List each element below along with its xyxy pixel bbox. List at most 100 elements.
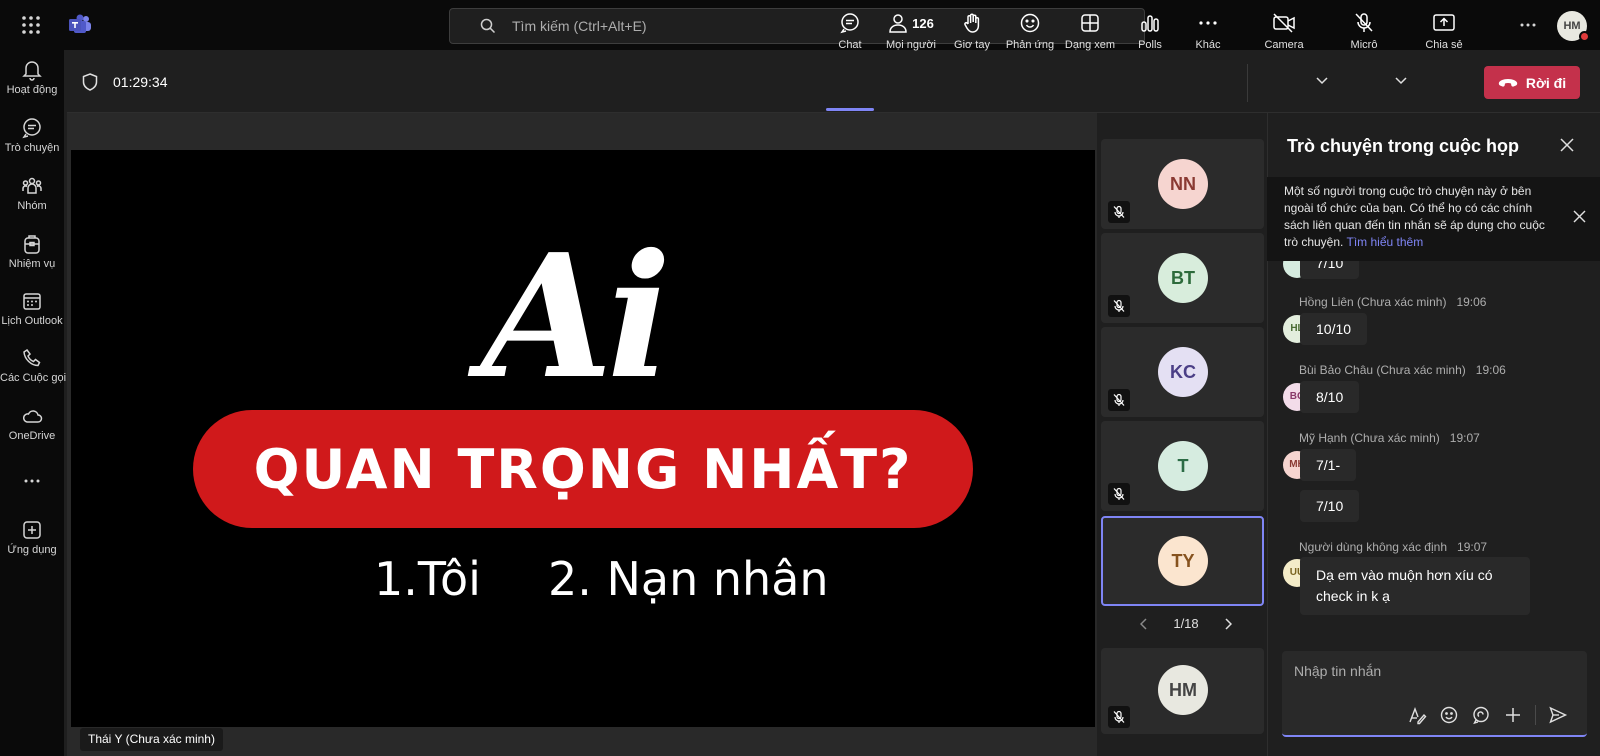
attach-plus-icon[interactable] [1503, 705, 1523, 725]
message-author: Bùi Bảo Châu (Chưa xác minh) [1299, 363, 1466, 377]
rail-label: Trò chuyện [4, 142, 60, 154]
share-screen-icon [1422, 12, 1466, 34]
more-icon [1188, 12, 1228, 34]
message-time: 19:06 [1456, 295, 1487, 309]
emoji-icon[interactable] [1439, 705, 1459, 725]
toolbar-share-button[interactable]: Chia sẻ [1422, 12, 1466, 51]
toolbar-label: Chia sẻ [1425, 39, 1463, 51]
slide-option-2: 2. Nạn nhân [548, 552, 829, 606]
message-bubble[interactable]: 7/10 [1300, 490, 1360, 522]
meeting-toolbar: 01:29:34 [67, 50, 1600, 113]
message-bubble[interactable]: 7/1- [1300, 449, 1357, 481]
participant-avatar: TY [1158, 536, 1208, 586]
camera-options-chevron-icon[interactable] [1316, 77, 1328, 85]
cloud-icon [21, 405, 43, 427]
rail-item-teams[interactable]: Nhóm [0, 175, 64, 212]
teams-icon [21, 175, 43, 197]
message-meta: Bùi Bảo Châu (Chưa xác minh) 19:06 [1299, 363, 1506, 377]
external-users-banner: Một số người trong cuộc trò chuyện này ở… [1267, 177, 1600, 261]
message-author: Người dùng không xác định [1299, 540, 1447, 554]
message-bubble[interactable]: 10/10 [1300, 313, 1368, 345]
polls-icon [1130, 12, 1170, 34]
self-view-tile[interactable]: HM [1101, 648, 1264, 734]
teams-logo-icon [68, 13, 92, 37]
participant-tile[interactable]: T [1101, 421, 1264, 511]
participant-avatar: BT [1158, 253, 1208, 303]
close-icon[interactable] [1560, 138, 1574, 152]
close-icon[interactable] [1573, 210, 1586, 223]
toolbar-more-button[interactable]: Khác [1188, 12, 1228, 51]
message-time: 19:07 [1457, 540, 1488, 554]
toolbar-label: Polls [1138, 39, 1162, 51]
rail-item-chat[interactable]: Trò chuyện [0, 117, 64, 154]
mic-off-icon [1108, 706, 1130, 728]
avatar-initials: HM [1563, 20, 1581, 32]
leave-label: Rời đi [1525, 74, 1567, 91]
toolbar-react-button[interactable]: Phản ứng [1004, 12, 1056, 51]
toolbar-view-button[interactable]: Dạng xem [1062, 12, 1118, 51]
send-icon[interactable] [1548, 705, 1568, 725]
participant-avatar: KC [1158, 347, 1208, 397]
participant-tile[interactable]: BT [1101, 233, 1264, 323]
pager-next-icon[interactable] [1224, 617, 1232, 630]
toolbar-label: Mọi người [885, 39, 937, 51]
rail-label: Ứng dụng [7, 544, 57, 556]
rail-item-calendar[interactable]: Lịch Outlook [0, 290, 64, 327]
rail-label: Lịch Outlook [1, 315, 63, 327]
mic-options-chevron-icon[interactable] [1395, 77, 1407, 85]
message-bubble[interactable]: 8/10 [1300, 381, 1360, 413]
rail-label: Nhiệm vụ [8, 258, 56, 270]
message-time: 19:06 [1475, 363, 1506, 377]
toolbar-people-button[interactable]: 126 Mọi người [880, 12, 942, 51]
rail-item-activity[interactable]: Hoạt động [0, 59, 64, 96]
slide-big-word: Ai [481, 217, 672, 417]
toolbar-chat-button[interactable]: Chat [826, 12, 874, 51]
app-launcher-icon[interactable] [21, 15, 41, 35]
mic-off-icon [1108, 201, 1130, 223]
profile-avatar[interactable]: HM [1557, 11, 1590, 42]
format-icon[interactable] [1407, 705, 1427, 725]
shared-screen: Ai QUAN TRỌNG NHẤT? 1.Tôi 2. Nạn nhân [71, 150, 1095, 727]
toolbar-raise-hand-button[interactable]: Giơ tay [950, 12, 994, 51]
rail-item-more[interactable] [0, 470, 64, 492]
mic-off-icon [1108, 295, 1130, 317]
add-app-icon [21, 519, 43, 541]
participant-tile[interactable]: NN [1101, 139, 1264, 229]
message-bubble[interactable]: Dạ em vào muộn hơn xíu có check in k ạ [1300, 557, 1530, 615]
loop-component-icon[interactable] [1471, 705, 1491, 725]
pager-prev-icon[interactable] [1140, 617, 1148, 630]
toolbar-divider [1247, 64, 1248, 102]
search-placeholder: Tìm kiếm (Ctrl+Alt+E) [512, 18, 647, 34]
presenter-name-badge: Thái Y (Chưa xác minh) [80, 728, 223, 751]
message-meta: Người dùng không xác định 19:07 [1299, 540, 1487, 554]
toolbar-label: Chat [838, 39, 862, 51]
participant-avatar: NN [1158, 159, 1208, 209]
rail-item-calls[interactable]: Các Cuộc gọi [0, 347, 66, 384]
more-icon [21, 470, 43, 492]
message-input[interactable] [1294, 663, 1574, 679]
message-meta: Hồng Liên (Chưa xác minh) 19:06 [1299, 295, 1486, 309]
rail-item-onedrive[interactable]: OneDrive [0, 405, 64, 442]
learn-more-link[interactable]: Tìm hiểu thêm [1347, 235, 1424, 249]
shield-icon[interactable] [81, 72, 99, 92]
leave-button[interactable]: Rời đi [1484, 66, 1580, 99]
toolbar-polls-button[interactable]: Polls [1130, 12, 1170, 51]
toolbar-mic-button[interactable]: Micrô [1344, 12, 1384, 51]
calendar-icon [21, 290, 43, 312]
message-author: Mỹ Hạnh (Chưa xác minh) [1299, 431, 1440, 445]
chat-icon [826, 12, 874, 34]
toolbar-camera-button[interactable]: Camera [1260, 12, 1308, 51]
participant-tile[interactable]: KC [1101, 327, 1264, 417]
rail-item-apps[interactable]: Ứng dụng [0, 519, 64, 556]
rail-label: Nhóm [17, 200, 47, 212]
settings-more-icon[interactable] [1519, 16, 1537, 34]
participant-avatar: HM [1158, 665, 1208, 715]
phone-icon [21, 347, 43, 369]
active-tab-indicator [826, 108, 874, 111]
pager-label: 1/18 [1173, 616, 1199, 631]
participant-avatar: T [1158, 441, 1208, 491]
participant-tile-selected[interactable]: TY [1101, 516, 1264, 606]
slide-headline-banner: QUAN TRỌNG NHẤT? [193, 410, 973, 528]
toolbar-label: Micrô [1350, 39, 1378, 51]
rail-item-tasks[interactable]: Nhiệm vụ [0, 233, 64, 270]
